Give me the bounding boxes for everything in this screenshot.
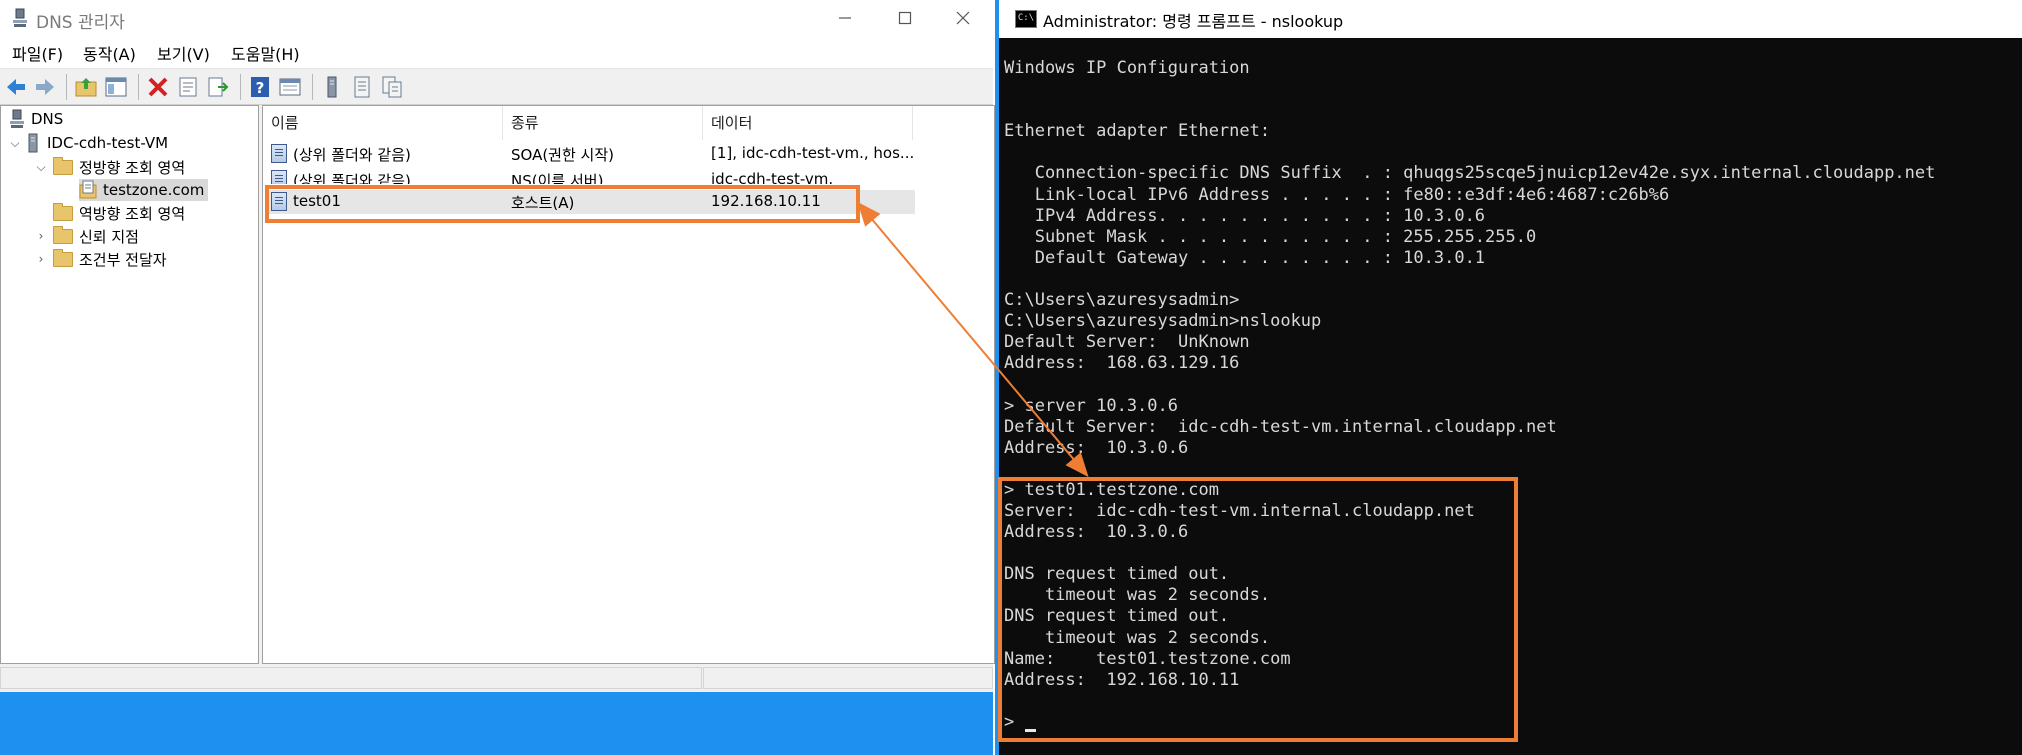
annotation-arrow [857, 201, 1089, 478]
connector-line [857, 201, 1089, 478]
